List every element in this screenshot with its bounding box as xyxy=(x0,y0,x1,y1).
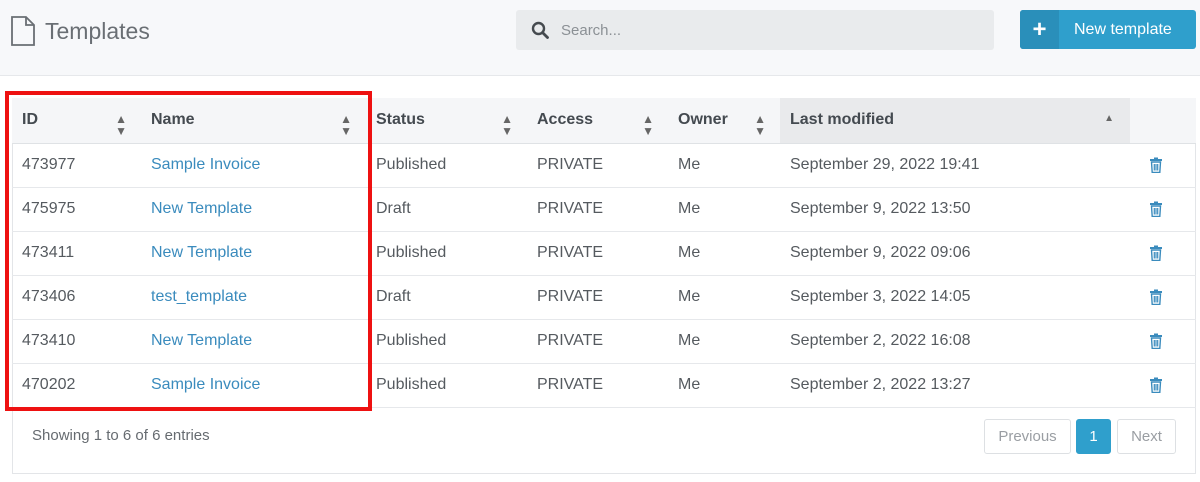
sort-both-icon: ▲ ▼ xyxy=(754,112,766,138)
table-row: 473406 test_template Draft PRIVATE Me Septemb… xyxy=(12,275,1196,320)
cell-actions xyxy=(1130,275,1196,320)
cell-owner: Me xyxy=(668,363,780,408)
cell-owner: Me xyxy=(668,187,780,232)
plus-icon: + xyxy=(1020,10,1059,49)
template-name-link[interactable]: New Template xyxy=(151,244,252,261)
cell-status: Published xyxy=(366,231,527,276)
trash-icon[interactable] xyxy=(1149,376,1190,393)
sort-both-icon: ▲ ▼ xyxy=(501,112,513,138)
cell-owner: Me xyxy=(668,143,780,188)
cell-last-modified: September 3, 2022 14:05 xyxy=(780,275,1130,320)
search-box[interactable] xyxy=(516,10,994,50)
next-page-button[interactable]: Next xyxy=(1117,419,1176,454)
cell-last-modified: September 9, 2022 09:06 xyxy=(780,231,1130,276)
cell-name: Sample Invoice xyxy=(141,143,366,188)
trash-icon[interactable] xyxy=(1149,332,1190,349)
column-header-access[interactable]: Access ▲ ▼ xyxy=(527,98,668,144)
column-header-id[interactable]: ID ▲ ▼ xyxy=(12,98,141,144)
title-area: Templates xyxy=(10,14,150,48)
cell-id: 473410 xyxy=(12,319,141,364)
cell-last-modified: September 2, 2022 13:27 xyxy=(780,363,1130,408)
column-header-status[interactable]: Status ▲ ▼ xyxy=(366,98,527,144)
table-row: 473410 New Template Published PRIVATE Me Sept… xyxy=(12,319,1196,364)
table-header-row: ID ▲ ▼ Name ▲ ▼ Status ▲ ▼ Access ▲ ▼ Owner ▲ ▼ La… xyxy=(12,98,1196,144)
cell-status: Published xyxy=(366,319,527,364)
template-name-link[interactable]: New Template xyxy=(151,200,252,217)
page-title: Templates xyxy=(45,17,150,44)
search-input[interactable] xyxy=(561,21,961,39)
table-row: 470202 Sample Invoice Published PRIVATE Me Se… xyxy=(12,363,1196,408)
cell-actions xyxy=(1130,143,1196,188)
cell-id: 475975 xyxy=(12,187,141,232)
cell-id: 473977 xyxy=(12,143,141,188)
sort-both-icon: ▲ ▼ xyxy=(340,112,352,138)
column-header-actions xyxy=(1130,98,1196,144)
document-icon xyxy=(11,16,35,46)
cell-access: PRIVATE xyxy=(527,275,668,320)
page-header: Templates + New template xyxy=(0,0,1200,76)
sort-both-icon: ▲ ▼ xyxy=(642,112,654,138)
table-row: 473411 New Template Published PRIVATE Me Sept… xyxy=(12,231,1196,276)
column-header-last-modified[interactable]: Last modified ▲ xyxy=(780,98,1130,144)
cell-actions xyxy=(1130,187,1196,232)
cell-actions xyxy=(1130,363,1196,408)
trash-icon[interactable] xyxy=(1149,200,1190,217)
cell-actions xyxy=(1130,319,1196,364)
cell-actions xyxy=(1130,231,1196,276)
cell-status: Published xyxy=(366,143,527,188)
trash-icon[interactable] xyxy=(1149,156,1190,173)
column-header-owner[interactable]: Owner ▲ ▼ xyxy=(668,98,780,144)
cell-status: Published xyxy=(366,363,527,408)
entries-info: Showing 1 to 6 of 6 entries xyxy=(32,427,210,444)
cell-last-modified: September 9, 2022 13:50 xyxy=(780,187,1130,232)
cell-last-modified: September 29, 2022 19:41 xyxy=(780,143,1130,188)
cell-status: Draft xyxy=(366,187,527,232)
table-row: 473977 Sample Invoice Published PRIVATE Me Se… xyxy=(12,143,1196,188)
cell-access: PRIVATE xyxy=(527,363,668,408)
cell-name: Sample Invoice xyxy=(141,363,366,408)
search-icon xyxy=(531,21,549,39)
cell-owner: Me xyxy=(668,275,780,320)
cell-name: New Template xyxy=(141,231,366,276)
cell-last-modified: September 2, 2022 16:08 xyxy=(780,319,1130,364)
cell-owner: Me xyxy=(668,319,780,364)
sort-ascending-icon: ▲ xyxy=(1104,113,1114,124)
page-1-button[interactable]: 1 xyxy=(1076,419,1111,454)
sort-both-icon: ▲ ▼ xyxy=(115,112,127,138)
template-name-link[interactable]: Sample Invoice xyxy=(151,376,260,393)
trash-icon[interactable] xyxy=(1149,244,1190,261)
column-header-name[interactable]: Name ▲ ▼ xyxy=(141,98,366,144)
cell-id: 473411 xyxy=(12,231,141,276)
table-row: 475975 New Template Draft PRIVATE Me Septembe… xyxy=(12,187,1196,232)
cell-access: PRIVATE xyxy=(527,143,668,188)
templates-table: ID ▲ ▼ Name ▲ ▼ Status ▲ ▼ Access ▲ ▼ Owner ▲ ▼ La… xyxy=(12,98,1196,408)
template-name-link[interactable]: test_template xyxy=(151,288,247,305)
new-template-label: New template xyxy=(1074,20,1172,38)
new-template-button[interactable]: + New template xyxy=(1020,10,1196,49)
cell-name: test_template xyxy=(141,275,366,320)
cell-status: Draft xyxy=(366,275,527,320)
trash-icon[interactable] xyxy=(1149,288,1190,305)
cell-name: New Template xyxy=(141,319,366,364)
cell-name: New Template xyxy=(141,187,366,232)
template-name-link[interactable]: New Template xyxy=(151,332,252,349)
pagination: Previous 1 Next xyxy=(984,419,1176,454)
template-name-link[interactable]: Sample Invoice xyxy=(151,156,260,173)
cell-access: PRIVATE xyxy=(527,319,668,364)
cell-access: PRIVATE xyxy=(527,187,668,232)
previous-page-button[interactable]: Previous xyxy=(984,419,1071,454)
cell-id: 473406 xyxy=(12,275,141,320)
cell-id: 470202 xyxy=(12,363,141,408)
cell-owner: Me xyxy=(668,231,780,276)
cell-access: PRIVATE xyxy=(527,231,668,276)
